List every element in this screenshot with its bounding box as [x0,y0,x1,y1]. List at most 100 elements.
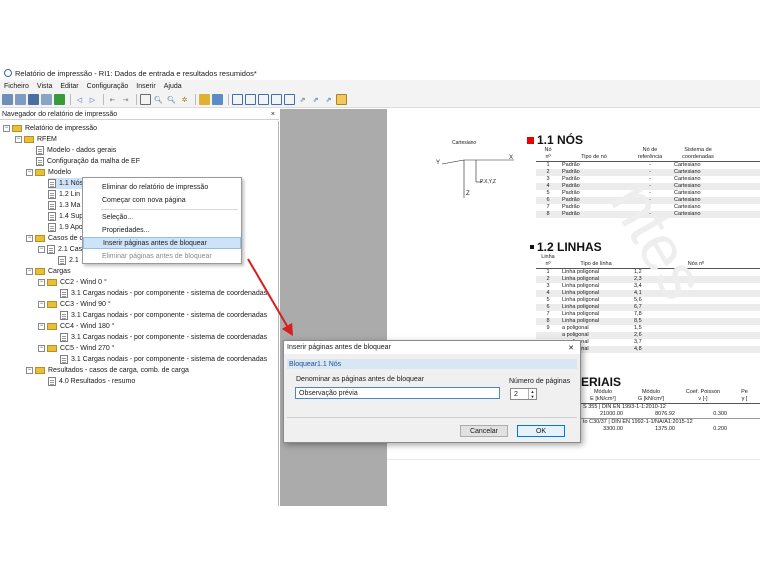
menu-item-remove-from-report[interactable]: Eliminar do relatório de impressão [83,181,241,193]
tree-item-cc2[interactable]: − CC2 - Wind 0 ° [38,277,107,288]
menu-bar: Ficheiro Vista Editar Configuração Inser… [0,80,760,92]
zoom-in-icon[interactable]: 🔍︎ [153,94,164,105]
tree-item-label: 2.1 [69,257,79,264]
page-icon-3[interactable] [258,94,269,105]
page-icon-5[interactable] [284,94,295,105]
table-row: S 355 | DIN EN 1993-1-1:2010-12 [581,403,760,411]
page-icon-1[interactable] [232,94,243,105]
menu-editar[interactable]: Editar [60,83,78,90]
pages-name-input[interactable]: Observação prévia [295,387,500,399]
first-page-icon[interactable]: ◁ [74,94,85,105]
tree-item-cc5-nodal-loads[interactable]: 3.1 Cargas nodais - por componente - sis… [60,354,267,365]
export-icon-3[interactable]: ⇗ [323,94,334,105]
menu-item-insert-pages-before-block[interactable]: Inserir páginas antes de bloquear [83,237,241,249]
materials-header-g: Módulo G [kN/cm²] [625,389,677,404]
save-icon[interactable] [28,94,39,105]
tree-item-report[interactable]: − Relatório de impressão [3,123,97,134]
page-icon-2[interactable] [245,94,256,105]
menu-item-start-new-page[interactable]: Começar com nova página [83,194,241,206]
tree-item-cc2-nodal-loads[interactable]: 3.1 Cargas nodais - por componente - sis… [60,288,267,299]
collapse-icon[interactable]: − [26,268,33,275]
export-icon-1[interactable]: ⇗ [297,94,308,105]
tree-item-cc3-nodal-loads[interactable]: 3.1 Cargas nodais - por componente - sis… [60,310,267,321]
report-app-icon [4,69,12,77]
ok-button[interactable]: OK [517,425,565,437]
spin-arrows-icon[interactable]: ▲ ▼ [528,389,536,399]
tree-item-supports[interactable]: 1.9 Apo [48,222,83,233]
collapse-icon[interactable]: − [3,125,10,132]
menu-ajuda[interactable]: Ajuda [164,83,182,90]
tree-item-cc4[interactable]: − CC4 - Wind 180 ° [38,321,115,332]
tree-item-label: Relatório de impressão [25,125,97,132]
tree-item-lines[interactable]: 1.2 Lin [48,189,80,200]
back-icon[interactable]: ⇤ [107,94,118,105]
tree-item-loads[interactable]: − Cargas [26,266,71,277]
preview-background [280,109,387,506]
page-icon [36,146,44,155]
print-preview-icon[interactable] [41,94,52,105]
collapse-icon[interactable]: − [26,235,33,242]
collapse-icon[interactable]: − [38,301,45,308]
block-marker-icon [527,136,534,144]
graphic-icon[interactable] [199,94,210,105]
tree-item-label: Modelo - dados gerais [47,147,117,154]
previous-page-icon[interactable]: ▷ [87,94,98,105]
menu-ficheiro[interactable]: Ficheiro [4,83,29,90]
tree-item-results-summary[interactable]: 4.0 Resultados - resumo [48,376,135,387]
menu-configuracao[interactable]: Configuração [87,83,129,90]
export-icon-2[interactable]: ⇗ [310,94,321,105]
menu-item-properties[interactable]: Propriedades... [83,224,241,236]
menu-inserir[interactable]: Inserir [136,83,155,90]
toolbar-separator [103,94,104,105]
menu-vista[interactable]: Vista [37,83,52,90]
tree-item-model[interactable]: − Modelo [26,167,71,178]
page-icon [60,311,68,320]
page-count-stepper[interactable]: 2 ▲ ▼ [510,388,537,400]
tree-item-label: 3.1 Cargas nodais - por componente - sis… [71,356,268,363]
page-icon-4[interactable] [271,94,282,105]
tree-item-load-cases[interactable]: − Casos de c [26,233,83,244]
collapse-icon[interactable]: − [38,279,45,286]
tree-item-label: CC4 - Wind 180 ° [60,323,115,330]
tree-item-surfaces[interactable]: 1.4 Sup [48,211,83,222]
tree-item-model-general[interactable]: Modelo - dados gerais [36,145,116,156]
collapse-icon[interactable]: − [38,345,45,352]
menu-item-selection[interactable]: Seleção... [83,211,241,223]
tree-item-results[interactable]: − Resultados - casos de carga, comb. de … [26,365,189,376]
page-icon [48,201,56,210]
refresh-icon[interactable] [54,94,65,105]
open-icon[interactable] [15,94,26,105]
tree-item-nodes[interactable]: 1.1 Nós [48,178,84,189]
collapse-icon[interactable]: − [26,169,33,176]
page-layout-icon[interactable] [140,94,151,105]
dialog-close-icon[interactable]: ✕ [568,344,574,352]
tree-item-cc5[interactable]: − CC5 - Wind 270 ° [38,343,115,354]
tree-item-rfem[interactable]: − RFEM [15,134,57,145]
tree-item-materials[interactable]: 1.3 Ma [48,200,80,211]
options-icon[interactable] [336,94,347,105]
table-row: 8 Linha poligonal 8,5 [536,318,760,325]
block-marker-icon [530,245,534,249]
tree-item-label: CC5 - Wind 270 ° [60,345,115,352]
settings-icon[interactable]: ✲ [179,94,190,105]
print-icon[interactable] [2,94,13,105]
image-icon[interactable] [212,94,223,105]
collapse-icon[interactable]: − [38,323,45,330]
collapse-icon[interactable]: − [38,246,45,253]
tree-item-load-case-sub[interactable]: 2.1 [58,255,79,266]
tree-item-label: RFEM [37,136,57,143]
page-icon [60,289,68,298]
tree-item-label: Configuração da malha de EF [47,158,140,165]
collapse-icon[interactable]: − [15,136,22,143]
tree-item-cc4-nodal-loads[interactable]: 3.1 Cargas nodais - por componente - sis… [60,332,267,343]
collapse-icon[interactable]: − [26,367,33,374]
navigator-close-icon[interactable]: × [271,111,275,118]
tree-item-mesh-config[interactable]: Configuração da malha de EF [36,156,140,167]
lines-header-no: Linha nº [536,254,560,269]
zoom-out-icon[interactable]: 🔍︎ [166,94,177,105]
axis-label-x: X [509,155,514,161]
forward-icon[interactable]: ⇥ [120,94,131,105]
tree-item-cc3[interactable]: − CC3 - Wind 90 ° [38,299,111,310]
tree-item-load-case-list[interactable]: − 2.1 Cas [38,244,82,255]
cancel-button[interactable]: Cancelar [460,425,508,437]
